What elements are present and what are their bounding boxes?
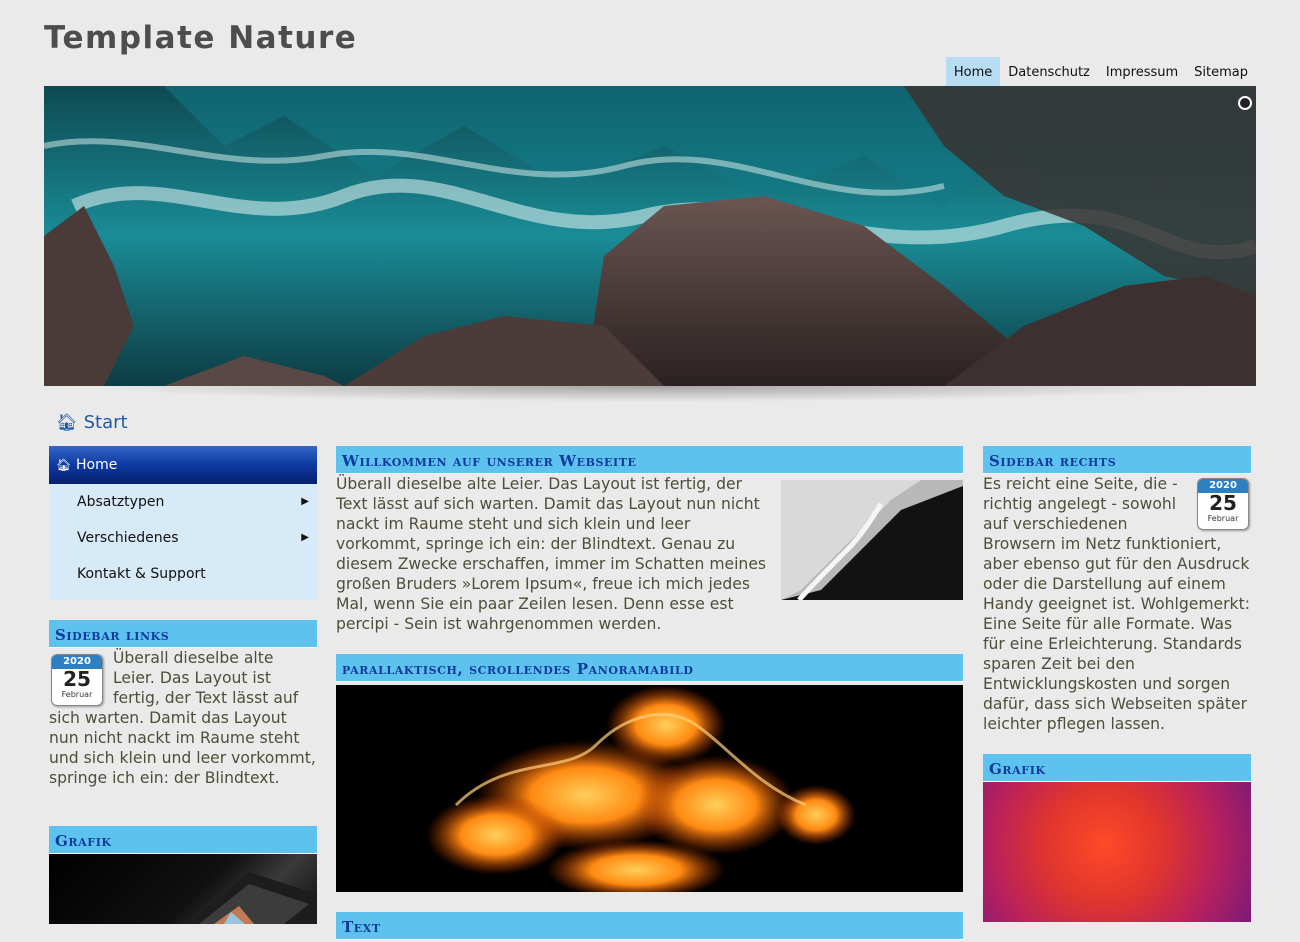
sidebar-item-kontakt[interactable]: Kontakt & Support <box>49 556 317 592</box>
sidebar-right-text-box: 2020 25 Februar Es reicht eine Seite, di… <box>983 474 1251 734</box>
sidebar-left-heading: Sidebar links <box>49 620 317 648</box>
sidebar-item-label: Absatztypen <box>77 494 165 510</box>
sidebar-item-verschiedenes[interactable]: Verschiedenes ▶ <box>49 520 317 556</box>
welcome-text-box: Überall dieselbe alte Leier. Das Layout … <box>336 474 963 634</box>
panorama-heading: parallaktisch, scrollendes Panoramabild <box>336 654 963 682</box>
welcome-text: Überall dieselbe alte Leier. Das Layout … <box>336 475 767 633</box>
orange-smoke-image <box>336 685 963 892</box>
top-navigation: Home Datenschutz Impressum Sitemap <box>945 57 1256 86</box>
tablet-light-image <box>189 872 317 924</box>
sidebar-right-heading: Sidebar rechts <box>983 446 1251 474</box>
beach-image <box>781 480 963 602</box>
main-content: Willkommen auf unserer Webseite Überall … <box>336 446 963 940</box>
beach-shoreline-image <box>781 480 963 602</box>
calendar-icon: 2020 25 Februar <box>1197 478 1249 530</box>
left-sidebar: 🏠︎ Home Absatztypen ▶ Verschiedenes ▶ Ko… <box>49 446 317 924</box>
breadcrumb: 🏠︎ Start <box>56 412 128 433</box>
sidebar-right-grafik-heading: Grafik <box>983 754 1251 782</box>
calendar-day: 25 <box>63 667 91 691</box>
sidebar-right-grafik-image <box>983 782 1251 922</box>
topnav-impressum[interactable]: Impressum <box>1098 57 1186 86</box>
home-icon: 🏠︎ <box>56 412 78 433</box>
home-icon: 🏠︎ <box>56 458 72 472</box>
sidebar-item-absatztypen[interactable]: Absatztypen ▶ <box>49 484 317 520</box>
calendar-month: Februar <box>1207 514 1239 523</box>
sidebar-menu: 🏠︎ Home Absatztypen ▶ Verschiedenes ▶ Ko… <box>49 446 317 600</box>
chevron-right-icon: ▶ <box>301 532 309 543</box>
topnav-datenschutz[interactable]: Datenschutz <box>1000 57 1098 86</box>
panorama-image <box>336 685 963 892</box>
sidebar-left-text-box: 2020 25 Februar Überall dieselbe alte Le… <box>49 648 317 788</box>
sidebar-item-label: Home <box>76 457 118 473</box>
calendar-month: Februar <box>61 690 93 699</box>
breadcrumb-start[interactable]: Start <box>84 412 128 433</box>
chevron-right-icon: ▶ <box>301 496 309 507</box>
sidebar-left-grafik-image <box>49 854 317 924</box>
sidebar-item-label: Kontakt & Support <box>77 566 206 582</box>
sidebar-item-label: Verschiedenes <box>77 530 179 546</box>
hero-banner-image <box>44 86 1256 386</box>
topnav-home[interactable]: Home <box>945 57 1001 86</box>
sidebar-left-grafik-heading: Grafik <box>49 826 317 854</box>
calendar-day: 25 <box>1209 491 1237 515</box>
topnav-sitemap[interactable]: Sitemap <box>1186 57 1256 86</box>
welcome-heading: Willkommen auf unserer Webseite <box>336 446 963 474</box>
right-sidebar: Sidebar rechts 2020 25 Februar Es reicht… <box>983 446 1251 922</box>
site-title: Template Nature <box>44 20 358 56</box>
text-heading: Text <box>336 912 963 940</box>
hero-waves-rocks-image <box>44 86 1256 386</box>
hero-shadow <box>80 386 1220 402</box>
sidebar-item-home[interactable]: 🏠︎ Home <box>49 446 317 484</box>
hero-indicator-icon[interactable] <box>1238 96 1252 110</box>
calendar-icon: 2020 25 Februar <box>51 654 103 706</box>
